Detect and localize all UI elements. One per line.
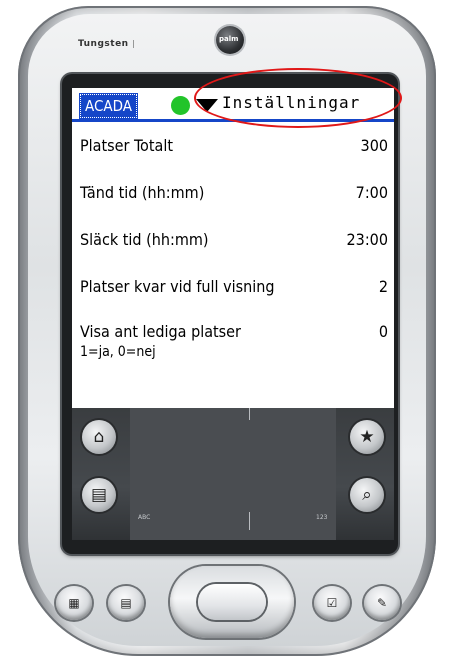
calendar-icon[interactable]: ▦: [56, 586, 92, 620]
setting-row-total-seats[interactable]: Platser Totalt 300: [80, 122, 388, 169]
setting-row-show-free-seats[interactable]: Visa ant lediga platser 1=ja, 0=nej 0: [80, 310, 388, 380]
settings-list: Platser Totalt 300 Tänd tid (hh:mm) 7:00…: [80, 122, 388, 380]
pad-divider-top: [249, 408, 250, 420]
setting-label: Tänd tid (hh:mm): [80, 183, 205, 202]
numbers-zone-label: 123: [316, 514, 328, 521]
graffiti-area: ABC 123 ⌂ ▤ ★ ⌕: [72, 408, 394, 540]
status-indicator-icon: [171, 96, 190, 115]
setting-label: Platser kvar vid full visning: [80, 277, 275, 296]
setting-value[interactable]: 2: [379, 277, 388, 296]
setting-row-on-time[interactable]: Tänd tid (hh:mm) 7:00: [80, 169, 388, 216]
graffiti-writing-pad[interactable]: ABC 123: [130, 408, 336, 540]
setting-label: Visa ant lediga platser 1=ja, 0=nej: [80, 322, 241, 362]
tasks-icon[interactable]: ☑: [314, 586, 350, 620]
setting-label: Platser Totalt: [80, 136, 173, 155]
setting-label-main: Visa ant lediga platser: [80, 322, 241, 341]
lcd-screen: ACADA Inställningar Platser Totalt 300 T…: [72, 88, 394, 408]
highlight-annotation: [194, 68, 402, 128]
setting-value[interactable]: 0: [379, 322, 388, 341]
letters-zone-label: ABC: [138, 514, 151, 521]
setting-value[interactable]: 7:00: [356, 183, 388, 202]
pad-divider-bottom: [249, 512, 250, 530]
contacts-icon[interactable]: ▤: [108, 586, 144, 620]
menu-icon[interactable]: ▤: [82, 478, 116, 512]
setting-row-off-time[interactable]: Släck tid (hh:mm) 23:00: [80, 216, 388, 263]
star-icon[interactable]: ★: [350, 420, 384, 454]
setting-sublabel: 1=ja, 0=nej: [80, 344, 156, 360]
setting-label: Släck tid (hh:mm): [80, 230, 209, 249]
app-name-button[interactable]: ACADA: [79, 93, 138, 119]
setting-value[interactable]: 300: [361, 136, 388, 155]
navigation-select-button[interactable]: [198, 584, 266, 620]
notes-icon[interactable]: ✎: [364, 586, 400, 620]
palm-logo: [216, 26, 244, 54]
brand-label: Tungsten |: [78, 39, 136, 49]
search-icon[interactable]: ⌕: [350, 478, 384, 512]
setting-value[interactable]: 23:00: [347, 230, 388, 249]
home-icon[interactable]: ⌂: [82, 420, 116, 454]
setting-row-seats-left[interactable]: Platser kvar vid full visning 2: [80, 263, 388, 310]
